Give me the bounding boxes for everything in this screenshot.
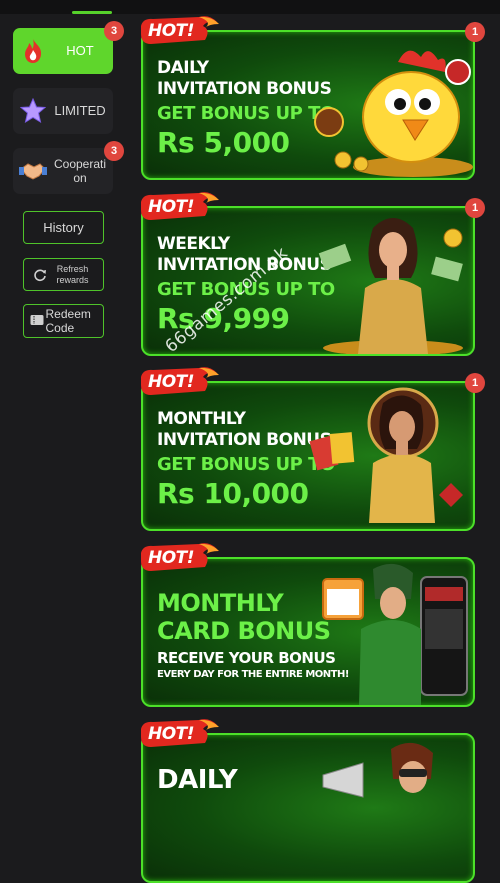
handshake-icon: [19, 157, 47, 185]
chicken-mascot-image: [314, 50, 473, 177]
notification-badge: 1: [465, 373, 485, 393]
refresh-icon: [33, 268, 47, 282]
banner-amount: Rs 10,000: [157, 477, 309, 510]
banner-card: DAILY: [141, 733, 475, 883]
hot-tag-label: HOT!: [148, 724, 195, 744]
banner-card: DAILY INVITATION BONUS GET BONUS UP TO R…: [141, 30, 475, 180]
aviator-pilot-image: [322, 563, 468, 705]
hot-tag-label: HOT!: [148, 372, 195, 392]
notification-badge: 1: [465, 22, 485, 42]
banner-title: MONTHLY: [157, 589, 284, 617]
promo-banner-daily-invitation[interactable]: DAILY INVITATION BONUS GET BONUS UP TO R…: [141, 16, 485, 180]
promo-banner-monthly-card[interactable]: MONTHLY CARD BONUS RECEIVE YOUR BONUS EV…: [141, 543, 475, 707]
history-button[interactable]: History: [23, 211, 104, 244]
category-cooperation[interactable]: Cooperati on 3: [13, 141, 124, 194]
banner-card: MONTHLY CARD BONUS RECEIVE YOUR BONUS EV…: [141, 557, 475, 707]
woman-with-cash-image: [318, 218, 463, 354]
promo-banner-daily[interactable]: DAILY HOT!: [141, 719, 475, 883]
ticket-icon: [30, 314, 44, 328]
star-icon: [19, 97, 47, 125]
hot-tag-label: HOT!: [148, 21, 195, 41]
banner-card: MONTHLY INVITATION BONUS GET BONUS UP TO…: [141, 381, 475, 531]
hot-tag-label: HOT!: [148, 548, 195, 568]
banner-title: WEEKLY: [157, 234, 230, 254]
refresh-rewards-label: Refresh rewards: [56, 263, 89, 285]
category-limited[interactable]: LIMITED: [13, 88, 113, 134]
banner-amount: Rs 5,000: [157, 126, 290, 159]
banner-title: MONTHLY: [157, 409, 246, 429]
woman-with-cards-image: [309, 387, 463, 523]
history-label: History: [43, 220, 84, 235]
category-hot[interactable]: HOT 3: [13, 21, 124, 74]
top-tab-bar: [0, 0, 500, 14]
notification-badge: 3: [104, 21, 124, 41]
redeem-code-button[interactable]: Redeem Code: [23, 304, 104, 338]
category-sidebar: HOT 3 LIMITED Cooperati on 3 History Ref…: [0, 14, 125, 800]
notification-badge: 1: [465, 198, 485, 218]
promo-banner-monthly-invitation[interactable]: MONTHLY INVITATION BONUS GET BONUS UP TO…: [141, 367, 485, 531]
category-label: Cooperati on: [53, 157, 107, 185]
fire-icon: [19, 37, 47, 65]
banner-title: DAILY: [157, 765, 238, 795]
redeem-code-label: Redeem Code: [45, 307, 91, 335]
notification-badge: 3: [104, 141, 124, 161]
hot-tag-label: HOT!: [148, 197, 195, 217]
banner-title: DAILY: [157, 58, 209, 78]
woman-megaphone-image: [322, 742, 433, 798]
category-label: HOT: [66, 43, 94, 58]
category-label: LIMITED: [54, 103, 106, 118]
refresh-rewards-button[interactable]: Refresh rewards: [23, 258, 104, 291]
promotion-list: DAILY INVITATION BONUS GET BONUS UP TO R…: [125, 14, 500, 883]
